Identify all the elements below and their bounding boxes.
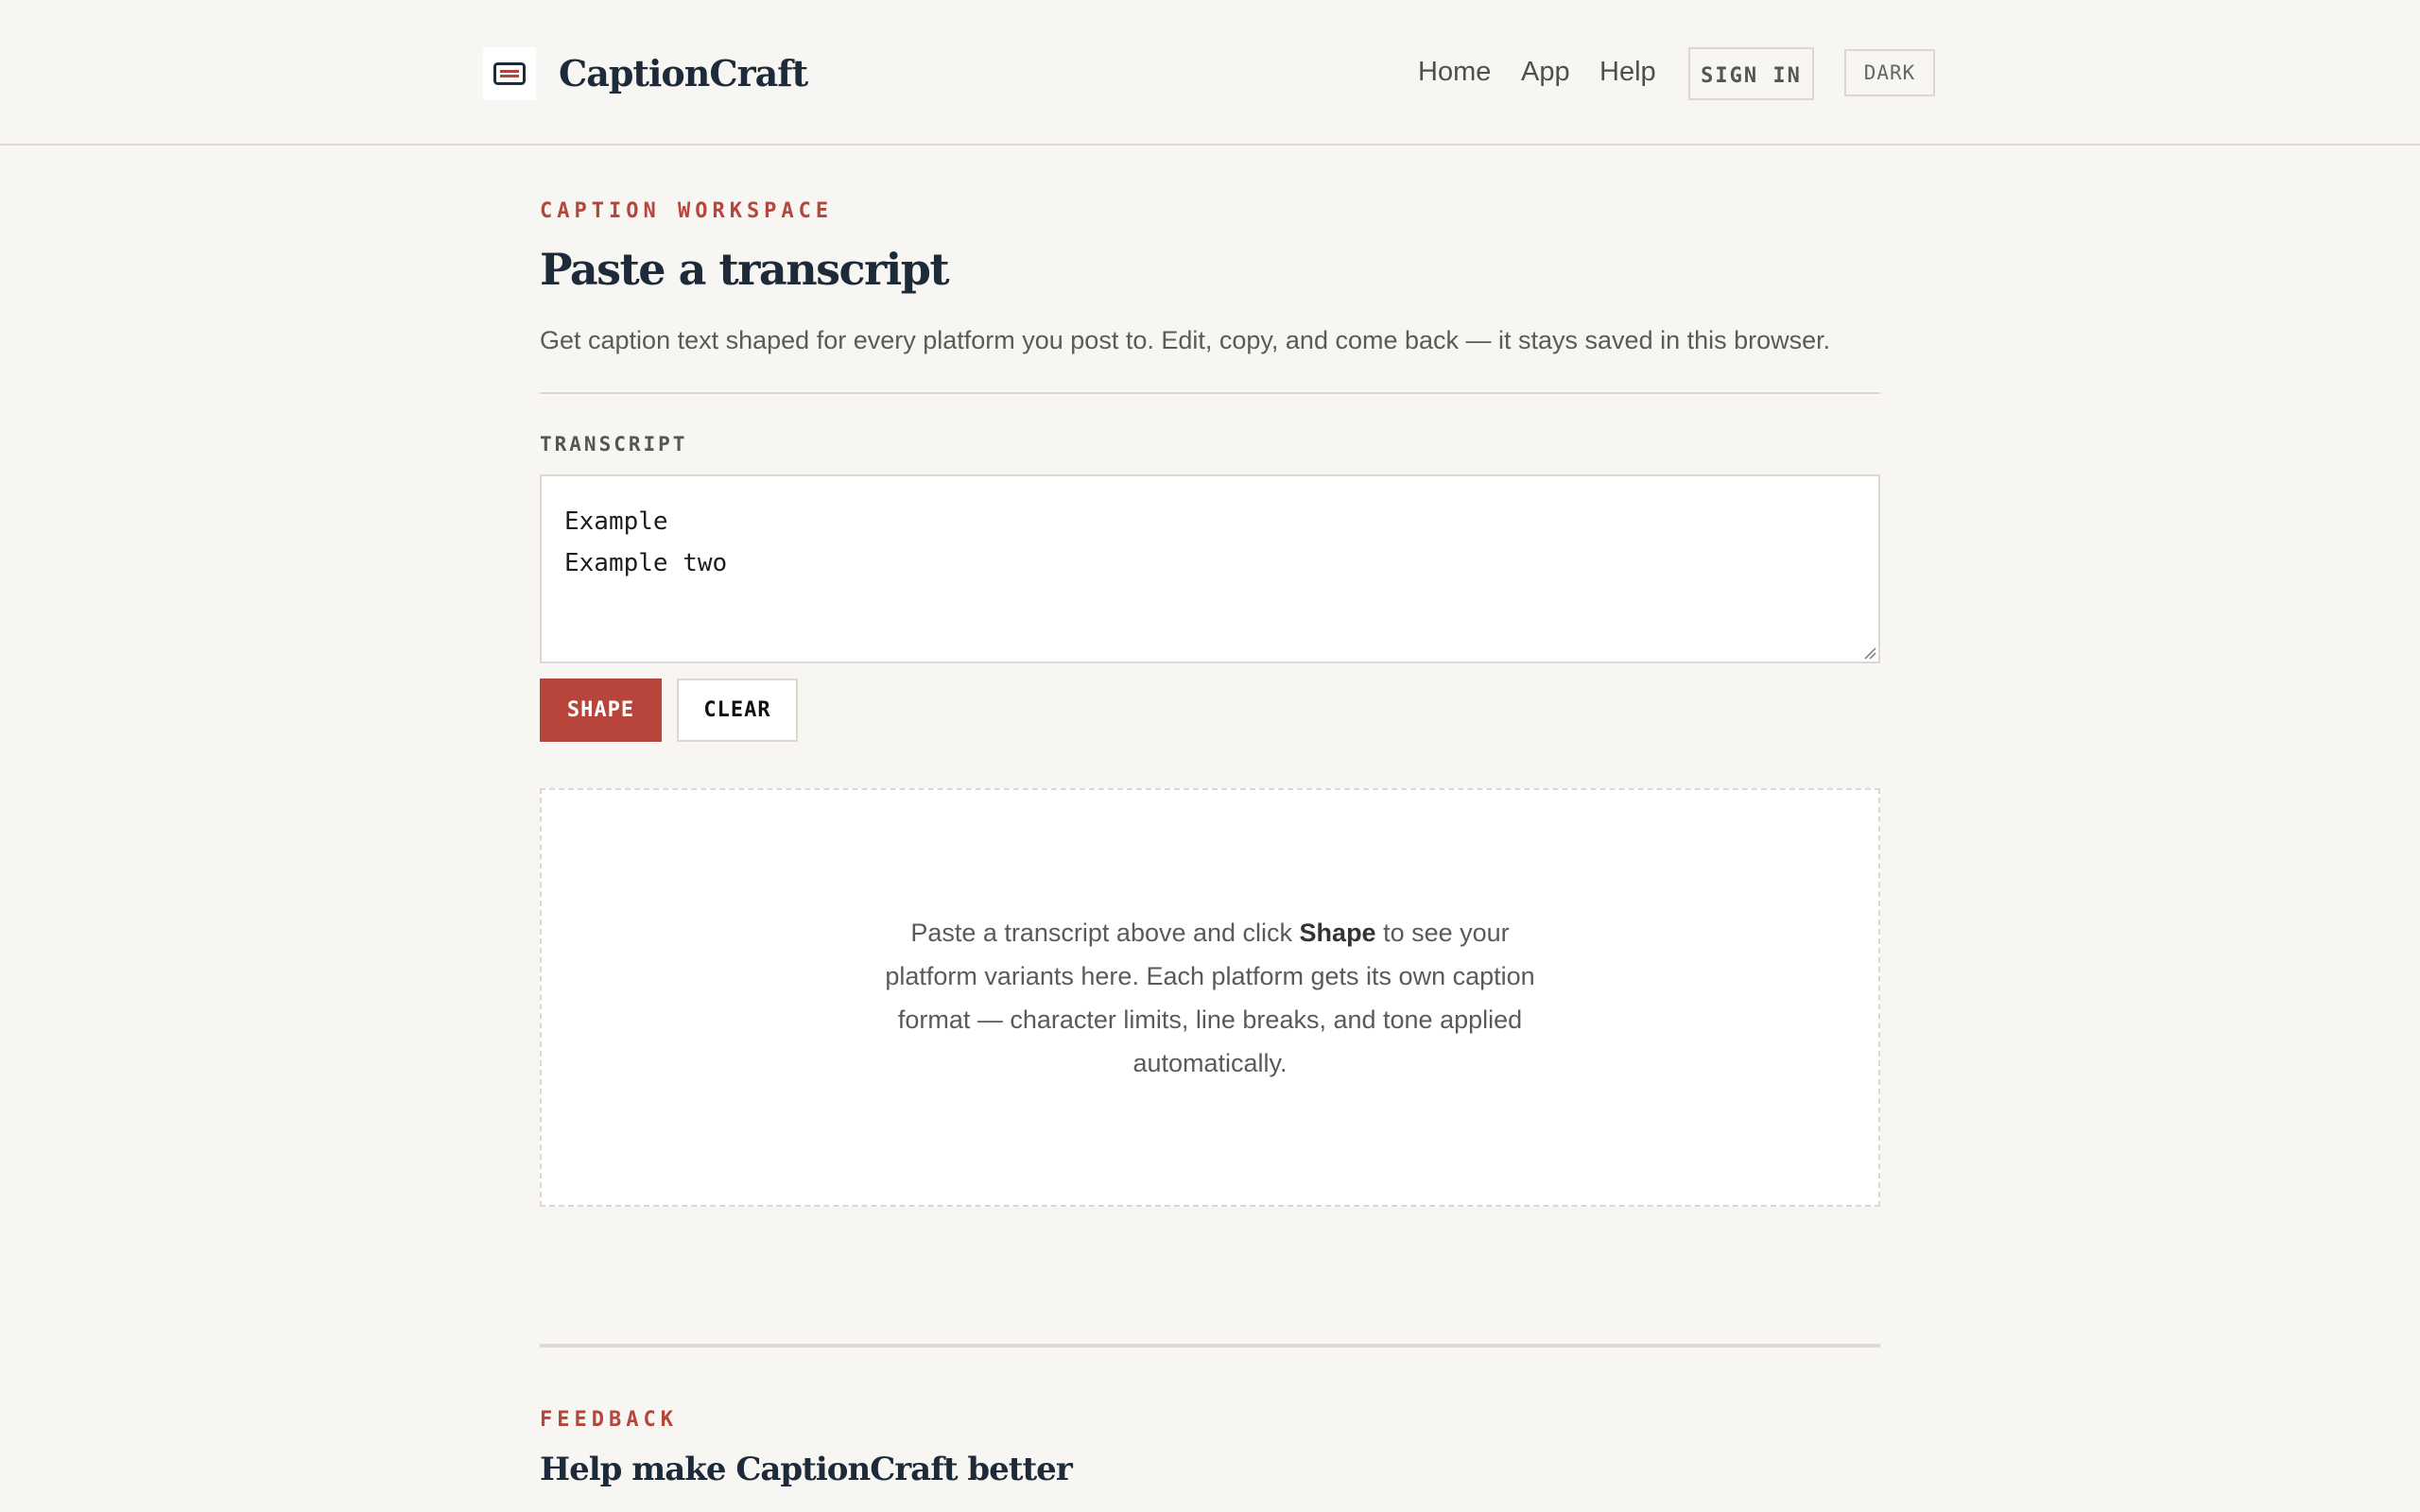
sign-in-button[interactable]: SIGN IN [1688,47,1814,100]
empty-state-message: Paste a transcript above and click Shape… [870,911,1550,1085]
results-empty-state: Paste a transcript above and click Shape… [540,788,1880,1207]
feedback-title: Help make CaptionCraft better [540,1451,1073,1488]
brand-name[interactable]: CaptionCraft [559,47,808,100]
theme-toggle-button[interactable]: DARK [1844,49,1935,96]
transcript-label: TRANSCRIPT [540,433,688,455]
page-subtitle: Get caption text shaped for every platfo… [540,326,1831,354]
empty-state-text: Paste a transcript above and click [910,918,1300,947]
section-divider [540,1344,1880,1348]
shape-button[interactable]: SHAPE [540,679,662,742]
resize-handle-icon[interactable] [1863,646,1876,660]
feedback-eyebrow: FEEDBACK [540,1408,678,1432]
nav-app-link[interactable]: App [1521,53,1570,91]
nav-help-link[interactable]: Help [1599,53,1656,91]
empty-state-emphasis: Shape [1299,918,1376,947]
clear-button[interactable]: CLEAR [677,679,798,742]
transcript-textarea[interactable]: Example Example two [540,474,1880,663]
nav-home-link[interactable]: Home [1418,53,1491,91]
divider [540,392,1880,394]
workspace-eyebrow: CAPTION WORKSPACE [540,199,834,223]
page-title: Paste a transcript [540,244,950,295]
site-header: CaptionCraft Home App Help SIGN IN DARK [0,0,2420,146]
caption-card-icon[interactable] [483,47,536,100]
